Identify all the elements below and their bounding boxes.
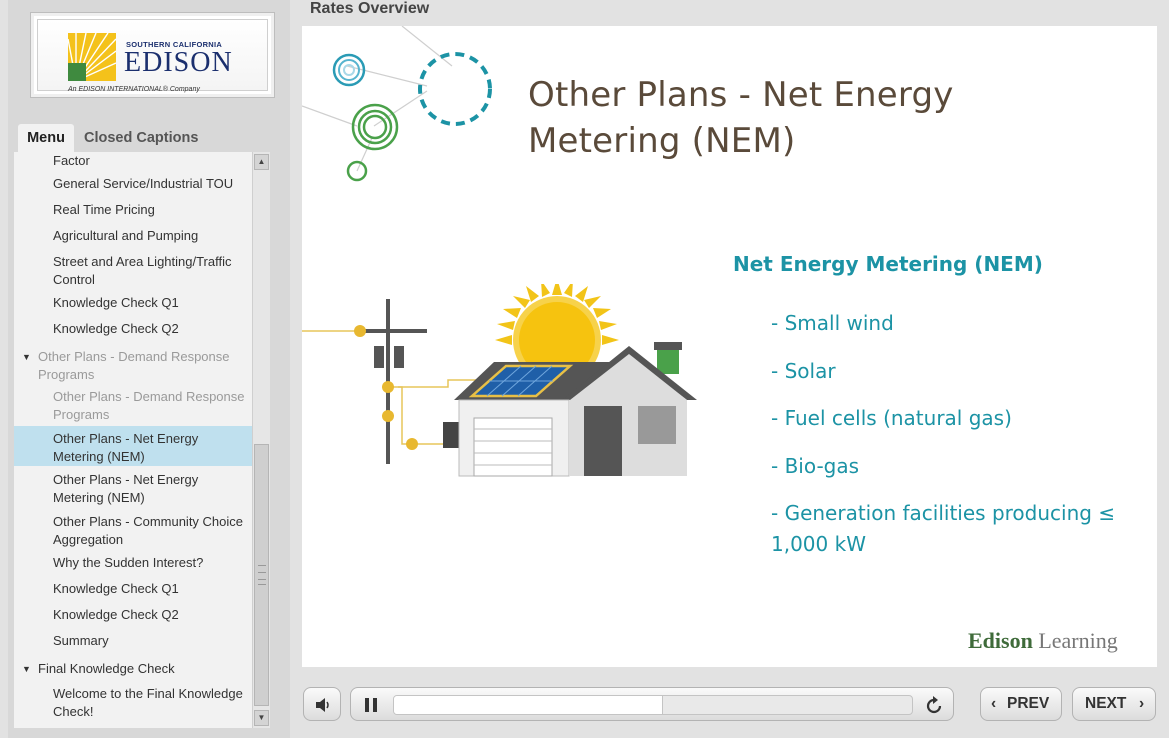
edison-learning-logo: Edison Learning [968,628,1118,654]
menu-item[interactable]: Other Plans - Net Energy Metering (NEM) [14,471,252,507]
menu-item[interactable]: Knowledge Check Q1 [14,580,252,598]
volume-button[interactable] [303,687,341,721]
bullet-item: - Fuel cells (natural gas) [771,406,1012,430]
decorative-circles-graphic [302,26,492,182]
sidebar-tabs: Menu Closed Captions [18,124,280,152]
next-label: NEXT [1085,695,1127,712]
next-button[interactable]: NEXT › [1072,687,1156,721]
menu-item[interactable]: Street and Area Lighting/Traffic Control [14,253,252,289]
tab-closed-captions[interactable]: Closed Captions [84,124,198,152]
menu-item[interactable]: Knowledge Check Q2 [14,606,252,624]
section-heading: Net Energy Metering (NEM) [733,252,1043,276]
bullet-item: - Solar [771,358,836,383]
menu-item[interactable]: Why the Sudden Interest? [14,554,252,572]
menu-section-demand-response[interactable]: ▼ Other Plans - Demand Response Programs [14,348,252,384]
expanded-arrow-icon: ▼ [22,664,31,674]
menu-list: Factor General Service/Industrial TOU Re… [14,152,252,728]
menu-item[interactable]: Welcome to the Final Knowledge Check! [14,685,252,721]
bullet-list: - Small wind - Solar - Fuel cells (natur… [771,308,1151,577]
solar-house-illustration [302,284,697,477]
menu-item-active[interactable]: Other Plans - Net Energy Metering (NEM) [14,426,252,466]
scroll-up-icon[interactable]: ▲ [254,154,269,170]
edison-logo: SOUTHERN CALIFORNIA EDISON An EDISON INT… [30,12,275,98]
replay-icon[interactable] [923,695,945,717]
pause-icon[interactable] [362,696,380,714]
scroll-down-icon[interactable]: ▼ [254,710,269,726]
playback-bar [350,687,954,721]
expanded-arrow-icon: ▼ [22,352,31,362]
bullet-item: - Bio-gas [771,453,860,478]
course-title: Rates Overview [310,0,430,17]
bullet-item: - Generation facilities producing ≤ 1,00… [771,501,1116,556]
menu-item[interactable]: Real Time Pricing [14,201,252,219]
progress-slider[interactable] [393,695,913,715]
menu-item[interactable]: Knowledge Check Q2 [14,320,252,338]
brand-word-1: Edison [968,628,1033,653]
logo-tagline: An EDISON INTERNATIONAL® Company [68,86,200,93]
logo-wordmark: EDISON [124,47,233,78]
slide-title: Other Plans - Net Energy Metering (NEM) [528,75,954,161]
bullet-item: - Small wind [771,311,894,335]
speaker-icon [316,698,329,712]
tab-menu[interactable]: Menu [18,124,74,152]
menu-item[interactable]: General Service/Industrial TOU [14,175,252,193]
menu-item[interactable]: Factor [14,152,252,170]
grip-icon [258,565,266,585]
menu-section-final-check[interactable]: ▼ Final Knowledge Check [14,660,252,678]
progress-fill [394,696,664,714]
menu-scrollbar[interactable]: ▲ ▼ [252,152,270,728]
chevron-right-icon: › [1139,695,1145,712]
menu-item[interactable]: Summary [14,632,252,650]
prev-label: PREV [1007,695,1050,712]
prev-button[interactable]: ‹ PREV [980,687,1062,721]
menu-item[interactable]: Other Plans - Community Choice Aggregati… [14,513,252,549]
chevron-left-icon: ‹ [991,695,997,712]
scroll-thumb[interactable] [254,444,269,706]
edison-sun-icon [68,33,116,81]
menu-item[interactable]: Agricultural and Pumping [14,227,252,245]
menu-item[interactable]: Knowledge Check Q1 [14,294,252,312]
slide-content: Other Plans - Net Energy Metering (NEM) [302,26,1157,667]
brand-word-2: Learning [1038,628,1118,653]
menu-item[interactable]: Other Plans - Demand Response Programs [14,388,252,424]
